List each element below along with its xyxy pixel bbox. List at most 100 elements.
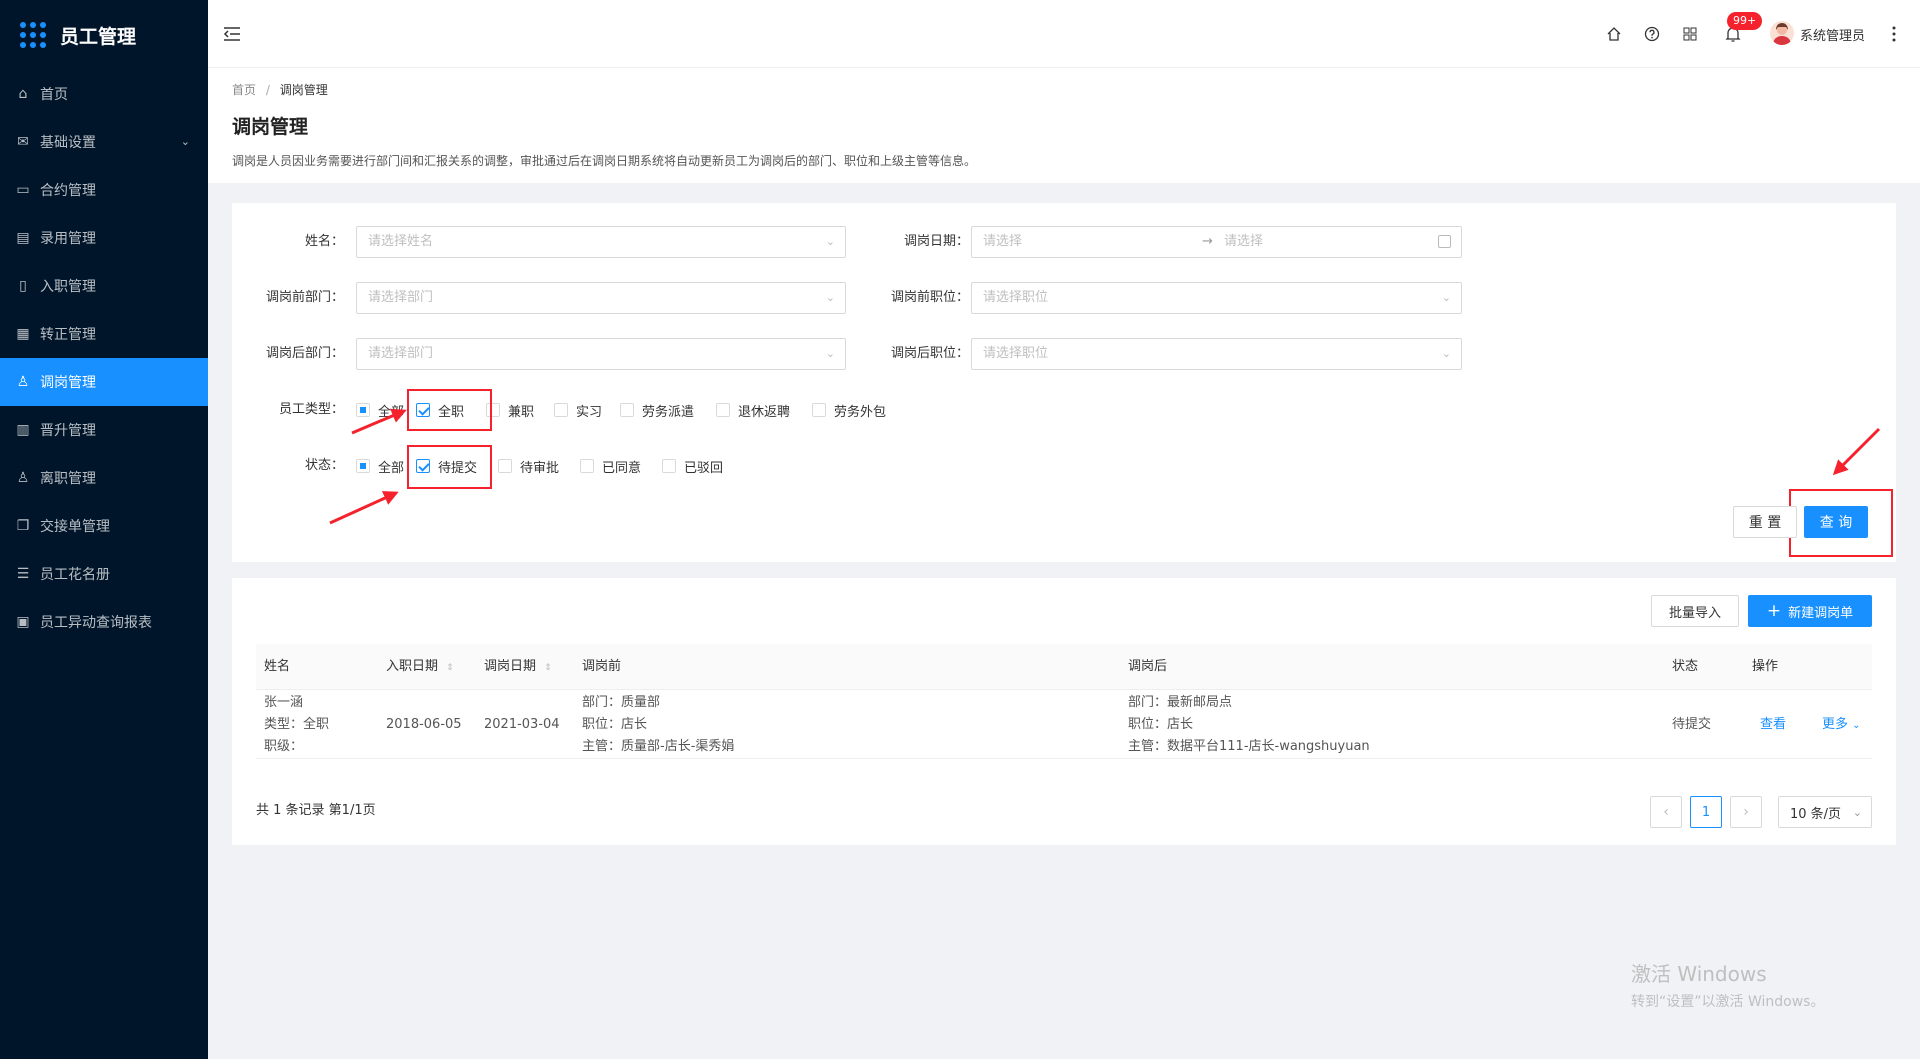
sidebar-item-label: 合约管理 [40, 183, 96, 199]
filter-panel: 姓名： 请选择姓名 ⌄ 调岗日期： 请选择 → 请选择 调岗前部门： 请选择部门… [232, 203, 1896, 562]
sidebar-item-label: 录用管理 [40, 231, 96, 247]
sidebar-item-2[interactable]: ▭ 合约管理 [0, 166, 208, 214]
prev-page-button[interactable]: ‹ [1650, 796, 1682, 828]
sidebar-item-6[interactable]: ♙ 调岗管理 [0, 358, 208, 406]
user-icon: ♙ [16, 374, 30, 390]
sidebar-item-11[interactable]: ▣ 员工异动查询报表 [0, 598, 208, 646]
table-header: 姓名 入职日期 ⇕ 调岗日期 ⇕ 调岗前 调岗后 状态 操作 [256, 644, 1872, 690]
cell-name: 张一涵 类型：全职 职级： [264, 692, 329, 758]
col-before: 调岗前 [582, 659, 622, 674]
before-dept: 部门：质量部 [582, 695, 661, 710]
employee-level: 职级： [264, 739, 304, 754]
sidebar-item-5[interactable]: ▦ 转正管理 [0, 310, 208, 358]
page-description: 调岗是人员因业务需要进行部门间和汇报关系的调整，审批通过后在调岗日期系统将自动更… [232, 154, 977, 168]
after-position: 职位：店长 [1128, 717, 1194, 732]
sort-icon[interactable]: ⇕ [544, 663, 552, 673]
cell-status: 待提交 [1672, 717, 1712, 732]
next-page-button[interactable]: › [1730, 796, 1762, 828]
breadcrumb-current: 调岗管理 [279, 83, 328, 97]
breadcrumb-home[interactable]: 首页 [232, 83, 256, 97]
page-header: 首页 / 调岗管理 调岗管理 调岗是人员因业务需要进行部门间和汇报关系的调整，审… [208, 68, 1920, 183]
menu-fold-icon[interactable] [223, 26, 241, 42]
col-after: 调岗后 [1128, 659, 1168, 674]
cell-before: 部门：质量部 职位：店长 主管：质量部-店长-渠秀娟 [582, 692, 734, 758]
apps-icon[interactable] [1682, 26, 1698, 42]
avatar[interactable] [1770, 21, 1794, 45]
page-1-button[interactable]: 1 [1690, 796, 1722, 828]
col-transfer-date[interactable]: 调岗日期 ⇕ [484, 644, 552, 691]
query-button[interactable]: 查 询 [1804, 506, 1868, 538]
file-icon: ▯ [19, 278, 27, 294]
home-icon: ⌂ [18, 86, 28, 102]
more-vertical-icon[interactable] [1890, 25, 1898, 43]
app-logo[interactable]: 员工管理 [0, 0, 208, 70]
help-icon[interactable] [1644, 26, 1660, 42]
sidebar-item-label: 首页 [40, 87, 68, 103]
after-dept: 部门：最新邮局点 [1128, 695, 1233, 710]
table-row: 张一涵 类型：全职 职级： 2018-06-05 2021-03-04 部门：质… [256, 690, 1872, 759]
col-join-date[interactable]: 入职日期 ⇕ [386, 644, 454, 691]
sidebar-item-label: 员工异动查询报表 [40, 615, 152, 631]
watermark-subtitle: 转到“设置”以激活 Windows。 [1631, 994, 1825, 1010]
cell-transfer-date: 2021-03-04 [484, 717, 560, 732]
employee-type: 类型：全职 [264, 717, 330, 732]
sidebar-item-label: 离职管理 [40, 471, 96, 487]
sidebar-item-label: 晋升管理 [40, 423, 96, 439]
page-size-label: 10 条/页 [1790, 806, 1842, 822]
table-panel: 批量导入 + 新建调岗单 姓名 入职日期 ⇕ 调岗日期 ⇕ 调岗前 调岗后 状态… [232, 578, 1896, 845]
breadcrumb-separator: / [265, 83, 270, 97]
new-transfer-button[interactable]: + 新建调岗单 [1748, 595, 1872, 627]
more-label: 更多 [1822, 717, 1849, 732]
chevron-down-icon: ⌄ [1852, 805, 1862, 819]
reset-button[interactable]: 重 置 [1733, 506, 1797, 538]
cell-after: 部门：最新邮局点 职位：店长 主管：数据平台111-店长-wangshuyuan [1128, 692, 1370, 758]
batch-import-button[interactable]: 批量导入 [1651, 595, 1739, 627]
col-transfer-date-label: 调岗日期 [484, 659, 537, 674]
sidebar-item-3[interactable]: ▤ 录用管理 [0, 214, 208, 262]
after-manager: 主管：数据平台111-店长-wangshuyuan [1128, 739, 1370, 754]
report-icon: ▣ [16, 614, 30, 630]
breadcrumb: 首页 / 调岗管理 [232, 81, 328, 98]
col-join-date-label: 入职日期 [386, 659, 439, 674]
col-name: 姓名 [264, 659, 291, 674]
user-name[interactable]: 系统管理员 [1800, 25, 1865, 44]
grid-icon: ▦ [16, 326, 30, 342]
sidebar-item-8[interactable]: ♙ 离职管理 [0, 454, 208, 502]
list-icon: ☰ [16, 566, 30, 582]
chevron-down-icon: ⌄ [180, 135, 190, 148]
sidebar-item-label: 交接单管理 [40, 519, 110, 535]
sidebar-menu: ⌂ 首页 ✉ 基础设置 ⌄ ▭ 合约管理 ▤ 录用管理 ▯ 入职管理 ▦ 转正管理 ♙ 调岗管理 ▥ 晋升管理 ♙… [0, 70, 208, 646]
home-icon[interactable] [1606, 26, 1622, 42]
sidebar-item-1[interactable]: ✉ 基础设置 ⌄ [0, 118, 208, 166]
sidebar-item-9[interactable]: ❐ 交接单管理 [0, 502, 208, 550]
sort-icon[interactable]: ⇕ [446, 663, 454, 673]
apps-grid-icon [20, 22, 46, 48]
page-size-select[interactable]: 10 条/页 ⌄ [1778, 796, 1872, 828]
sidebar-item-0[interactable]: ⌂ 首页 [0, 70, 208, 118]
sidebar-item-label: 员工花名册 [40, 567, 110, 583]
watermark-title: 激活 Windows [1631, 962, 1767, 986]
sidebar-item-label: 基础设置 [40, 135, 96, 151]
before-manager: 主管：质量部-店长-渠秀娟 [582, 739, 735, 754]
pagination-summary: 共 1 条记录 第1/1页 [256, 803, 376, 818]
doc-icon: ▥ [16, 422, 30, 438]
sidebar-item-7[interactable]: ▥ 晋升管理 [0, 406, 208, 454]
sidebar-item-4[interactable]: ▯ 入职管理 [0, 262, 208, 310]
before-position: 职位：店长 [582, 717, 648, 732]
sidebar-item-label: 调岗管理 [40, 375, 96, 391]
calendar-icon: ▭ [16, 182, 30, 198]
page-title: 调岗管理 [232, 116, 309, 138]
top-header: 99+ 系统管理员 [208, 0, 1920, 68]
copy-icon: ❐ [16, 518, 30, 534]
plus-icon: + [1766, 600, 1782, 621]
chevron-down-icon: ⌄ [1852, 720, 1861, 731]
sidebar-item-10[interactable]: ☰ 员工花名册 [0, 550, 208, 598]
windows-activation-watermark: 激活 Windows 转到“设置”以激活 Windows。 [1631, 958, 1824, 1011]
mail-icon: ✉ [17, 134, 29, 150]
more-dropdown[interactable]: 更多 ⌄ [1822, 714, 1861, 737]
sidebar-item-label: 转正管理 [40, 327, 96, 343]
app-title: 员工管理 [60, 25, 137, 48]
sidebar-item-label: 入职管理 [40, 279, 96, 295]
view-link[interactable]: 查看 [1760, 714, 1786, 736]
col-actions: 操作 [1752, 659, 1779, 674]
